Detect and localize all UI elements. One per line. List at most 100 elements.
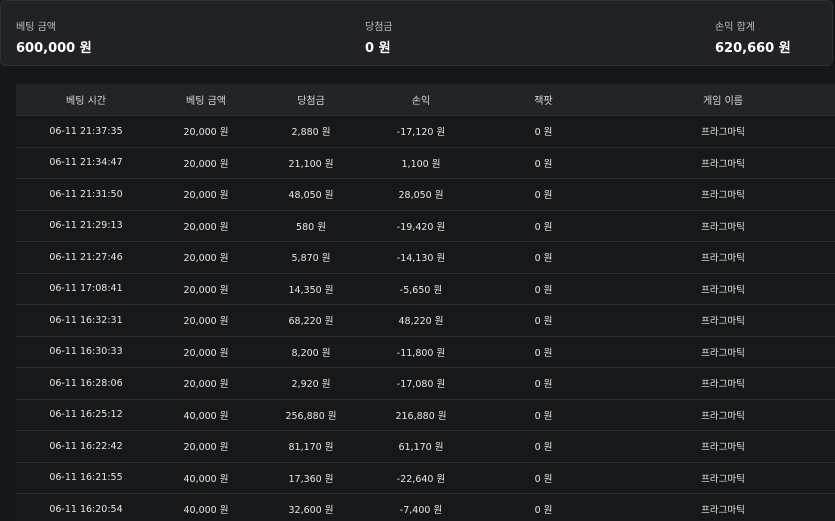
cell-game-name: 프라그마틱 [611, 210, 835, 242]
cell-bet-amount: 20,000 원 [156, 430, 256, 463]
cell-pnl: 1,100 원 [366, 147, 476, 179]
cell-bet-time: 06-11 16:30:33 [16, 336, 156, 368]
table-row[interactable]: 06-11 16:25:12 40,000 원 256,880 원 216,880 원… [16, 399, 835, 431]
cell-win: 81,170 원 [256, 430, 366, 463]
cell-pnl: -19,420 원 [366, 210, 476, 242]
cell-win: 256,880 원 [256, 399, 366, 431]
cell-jackpot: 0 원 [476, 178, 611, 211]
header-win: 당첨금 [256, 84, 366, 116]
pnl-value: 620,660 원 [715, 41, 791, 56]
cell-bet-time: 06-11 21:34:47 [16, 147, 156, 179]
cell-game-name: 프라그마틱 [611, 367, 835, 400]
cell-bet-time: 06-11 17:08:41 [16, 273, 156, 305]
cell-jackpot: 0 원 [476, 462, 611, 494]
cell-bet-time: 06-11 16:32:31 [16, 304, 156, 337]
cell-bet-amount: 20,000 원 [156, 241, 256, 274]
cell-jackpot: 0 원 [476, 399, 611, 431]
cell-pnl: 216,880 원 [366, 399, 476, 431]
table-header-row: 베팅 시간 베팅 금액 당첨금 손익 잭팟 게임 이름 [16, 84, 835, 116]
cell-game-name: 프라그마틱 [611, 430, 835, 463]
table-row[interactable]: 06-11 21:29:13 20,000 원 580 원 -19,420 원0 원프… [16, 210, 835, 242]
table-row[interactable]: 06-11 16:22:42 20,000 원 81,170 원 61,170 원0 … [16, 430, 835, 463]
bet-amount-value: 600,000 원 [16, 41, 92, 56]
cell-game-name: 프라그마틱 [611, 399, 835, 431]
cell-bet-time: 06-11 21:31:50 [16, 178, 156, 211]
cell-win: 580 원 [256, 210, 366, 242]
cell-pnl: 48,220 원 [366, 304, 476, 337]
cell-jackpot: 0 원 [476, 273, 611, 305]
cell-win: 48,050 원 [256, 178, 366, 211]
table-row[interactable]: 06-11 21:27:46 20,000 원 5,870 원 -14,130 원0 … [16, 241, 835, 274]
cell-bet-amount: 20,000 원 [156, 115, 256, 148]
cell-pnl: -17,080 원 [366, 367, 476, 400]
cell-bet-amount: 40,000 원 [156, 399, 256, 431]
cell-bet-time: 06-11 16:22:42 [16, 430, 156, 463]
cell-bet-amount: 20,000 원 [156, 210, 256, 242]
table-body: 06-11 21:37:35 20,000 원 2,880 원 -17,120 원0 … [16, 115, 835, 521]
table-row[interactable]: 06-11 17:08:41 20,000 원 14,350 원 -5,650 원0 … [16, 273, 835, 305]
cell-win: 2,920 원 [256, 367, 366, 400]
table-row[interactable]: 06-11 16:30:33 20,000 원 8,200 원 -11,800 원0 … [16, 336, 835, 368]
cell-pnl: 28,050 원 [366, 178, 476, 211]
table-row[interactable]: 06-11 16:28:06 20,000 원 2,920 원 -17,080 원0 … [16, 367, 835, 400]
cell-bet-amount: 20,000 원 [156, 178, 256, 211]
cell-game-name: 프라그마틱 [611, 462, 835, 494]
cell-jackpot: 0 원 [476, 430, 611, 463]
cell-pnl: -22,640 원 [366, 462, 476, 494]
cell-jackpot: 0 원 [476, 367, 611, 400]
cell-win: 14,350 원 [256, 273, 366, 305]
cell-jackpot: 0 원 [476, 147, 611, 179]
cell-bet-amount: 40,000 원 [156, 462, 256, 494]
cell-win: 32,600 원 [256, 493, 366, 521]
cell-bet-amount: 20,000 원 [156, 336, 256, 368]
cell-win: 2,880 원 [256, 115, 366, 148]
cell-game-name: 프라그마틱 [611, 273, 835, 305]
header-pnl: 손익 [366, 84, 476, 116]
summary-panel: 베팅 금액 600,000 원 당첨금 0 원 손익 합계 620,660 원 [0, 0, 833, 66]
cell-win: 17,360 원 [256, 462, 366, 494]
cell-jackpot: 0 원 [476, 210, 611, 242]
cell-bet-time: 06-11 21:29:13 [16, 210, 156, 242]
cell-game-name: 프라그마틱 [611, 493, 835, 521]
cell-pnl: 61,170 원 [366, 430, 476, 463]
header-game-name: 게임 이름 [611, 84, 835, 116]
cell-bet-time: 06-11 16:25:12 [16, 399, 156, 431]
cell-jackpot: 0 원 [476, 493, 611, 521]
cell-bet-amount: 20,000 원 [156, 273, 256, 305]
cell-pnl: -5,650 원 [366, 273, 476, 305]
cell-game-name: 프라그마틱 [611, 178, 835, 211]
table-row[interactable]: 06-11 16:20:54 40,000 원 32,600 원 -7,400 원0 … [16, 493, 835, 521]
cell-pnl: -11,800 원 [366, 336, 476, 368]
header-bet-amount: 베팅 금액 [156, 84, 256, 116]
cell-jackpot: 0 원 [476, 336, 611, 368]
bet-amount-label: 베팅 금액 [16, 22, 56, 33]
cell-win: 8,200 원 [256, 336, 366, 368]
cell-bet-time: 06-11 16:28:06 [16, 367, 156, 400]
header-bet-time: 베팅 시간 [16, 84, 156, 116]
cell-game-name: 프라그마틱 [611, 336, 835, 368]
table-row[interactable]: 06-11 16:21:55 40,000 원 17,360 원 -22,640 원0… [16, 462, 835, 494]
cell-pnl: -14,130 원 [366, 241, 476, 274]
cell-jackpot: 0 원 [476, 115, 611, 148]
cell-jackpot: 0 원 [476, 241, 611, 274]
pnl-label: 손익 합계 [715, 22, 755, 33]
table-row[interactable]: 06-11 21:31:50 20,000 원 48,050 원 28,050 원0 … [16, 178, 835, 211]
cell-win: 21,100 원 [256, 147, 366, 179]
cell-bet-amount: 20,000 원 [156, 147, 256, 179]
cell-bet-amount: 20,000 원 [156, 304, 256, 337]
cell-jackpot: 0 원 [476, 304, 611, 337]
header-jackpot: 잭팟 [476, 84, 611, 116]
table-row[interactable]: 06-11 16:32:31 20,000 원 68,220 원 48,220 원0 … [16, 304, 835, 337]
bet-history-table-container[interactable]: 베팅 시간 베팅 금액 당첨금 손익 잭팟 게임 이름 06-11 21:37:… [16, 84, 835, 521]
win-label: 당첨금 [365, 22, 393, 33]
table-row[interactable]: 06-11 21:34:47 20,000 원 21,100 원 1,100 원0 원… [16, 147, 835, 179]
cell-bet-time: 06-11 21:37:35 [16, 115, 156, 148]
table-row[interactable]: 06-11 21:37:35 20,000 원 2,880 원 -17,120 원0 … [16, 115, 835, 148]
cell-bet-time: 06-11 16:20:54 [16, 493, 156, 521]
cell-bet-amount: 40,000 원 [156, 493, 256, 521]
cell-pnl: -7,400 원 [366, 493, 476, 521]
cell-bet-time: 06-11 16:21:55 [16, 462, 156, 494]
cell-game-name: 프라그마틱 [611, 147, 835, 179]
cell-bet-amount: 20,000 원 [156, 367, 256, 400]
bet-history-table: 베팅 시간 베팅 금액 당첨금 손익 잭팟 게임 이름 06-11 21:37:… [16, 84, 835, 521]
